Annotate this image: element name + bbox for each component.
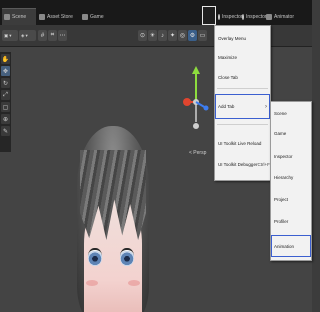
chevron-right-icon: › (265, 103, 267, 110)
pivot-icon: ◈ (21, 32, 25, 38)
menu-item-close-tab[interactable]: Close Tab (215, 72, 270, 83)
editor-tab-strip: Scene Asset Store Game Inspector Inspect… (0, 0, 312, 25)
snap-icon[interactable]: ⌗ (48, 30, 57, 41)
submenu-item-scene[interactable]: Scene (271, 108, 311, 119)
tab-label: Asset Store (47, 13, 73, 20)
menu-item-ui-toolkit-live-reload[interactable]: UI Toolkit Live Reload (215, 138, 270, 149)
scale-tool-icon[interactable]: ⤢ (1, 90, 10, 100)
menu-item-label: UI Toolkit Debugger (218, 162, 258, 167)
tab-label: Scene (12, 14, 27, 20)
window-menu-button[interactable] (202, 6, 216, 25)
character-right-eye (120, 248, 134, 266)
menu-item-label: Project (274, 197, 289, 202)
menu-item-maximize[interactable]: Maximize (215, 52, 270, 63)
menu-item-add-tab[interactable]: Add Tab › (215, 94, 270, 119)
x-axis-cone (183, 98, 191, 106)
submenu-item-animation[interactable]: Animation (271, 235, 311, 257)
character-left-eye (88, 248, 102, 266)
menu-item-label: Scene (274, 111, 287, 116)
scene-tools-overlay: ✋ ✥ ↻ ⤢ ▢ ⊕ ✎ (0, 52, 11, 152)
character-blush-left (86, 280, 98, 286)
move-tool-icon[interactable]: ✥ (1, 66, 10, 76)
tab-game[interactable]: Game (80, 8, 110, 25)
tab-label: Animator (274, 13, 295, 20)
character-blush-right (128, 280, 140, 286)
tab-label: Game (90, 13, 104, 20)
hand-tool-icon[interactable]: ✋ (1, 54, 10, 64)
submenu-item-profiler[interactable]: Profiler (271, 216, 311, 227)
menu-separator (217, 124, 268, 125)
menu-item-label: Inspector (274, 154, 293, 159)
tab-animator[interactable]: Animator (264, 8, 298, 25)
increment-snap-icon[interactable]: ⋯ (58, 30, 67, 41)
orientation-gizmo[interactable] (182, 64, 210, 150)
menu-item-label: Game (274, 131, 287, 136)
scene-icon (4, 14, 10, 20)
custom-tool-icon[interactable]: ✎ (1, 126, 10, 136)
transform-tool-icon[interactable]: ⊕ (1, 114, 10, 124)
neg-y-axis-cap (193, 123, 199, 129)
menu-item-label: Profiler (274, 219, 289, 224)
menu-item-label: Maximize (218, 55, 238, 60)
gizmos-icon[interactable]: ⚙ (188, 30, 197, 41)
chevron-down-icon: ▾ (9, 32, 12, 38)
shading-mode-dropdown[interactable]: ▣ ▾ (2, 30, 18, 41)
pivot-dropdown[interactable]: ◈ ▾ (19, 30, 36, 41)
tab-scene[interactable]: Scene (2, 8, 36, 25)
menu-separator (217, 88, 268, 89)
tab-asset-store[interactable]: Asset Store (37, 8, 79, 25)
menu-item-overlay-menu[interactable]: Overlay Menu (215, 33, 270, 44)
camera-icon[interactable]: ▭ (198, 30, 207, 41)
menu-item-label: Hierarchy (274, 175, 294, 180)
submenu-item-game[interactable]: Game (271, 128, 311, 139)
audio-icon[interactable]: ♪ (158, 30, 167, 41)
hidden-objects-icon[interactable]: ◎ (178, 30, 187, 41)
game-icon (82, 13, 88, 20)
menu-item-label: Close Tab (218, 75, 238, 80)
tab-context-menu: Overlay Menu Maximize Close Tab Add Tab … (214, 25, 272, 181)
asset-store-icon (39, 13, 45, 20)
z-axis-cone (203, 105, 209, 111)
submenu-item-inspector[interactable]: Inspector (271, 151, 311, 162)
effects-icon[interactable]: ✦ (168, 30, 177, 41)
inspector-icon (242, 13, 244, 20)
rotate-tool-icon[interactable]: ↻ (1, 78, 10, 88)
chevron-down-icon: ▾ (25, 32, 28, 38)
menu-item-label: UI Toolkit Live Reload (218, 141, 262, 146)
rect-tool-icon[interactable]: ▢ (1, 102, 10, 112)
menu-item-ui-toolkit-debugger[interactable]: UI Toolkit Debugger Ctrl+F5 (215, 159, 272, 170)
y-axis-cone (192, 66, 200, 74)
menu-item-label: Add Tab (218, 104, 235, 109)
inspector-icon (218, 13, 220, 20)
projection-label[interactable]: < Persp (189, 150, 206, 156)
hand-icon: ▣ (4, 32, 9, 38)
add-tab-submenu: Scene Game Inspector Hierarchy Project P… (270, 101, 312, 261)
menu-item-label: Overlay Menu (218, 36, 247, 41)
menu-item-label: Animation (274, 243, 295, 249)
animator-icon (266, 13, 272, 20)
submenu-item-project[interactable]: Project (271, 194, 311, 205)
lighting-icon[interactable]: ☀ (148, 30, 157, 41)
submenu-item-hierarchy[interactable]: Hierarchy (271, 172, 311, 183)
grid-icon[interactable]: # (38, 30, 47, 41)
mode-2d-icon[interactable]: ⊙ (138, 30, 147, 41)
